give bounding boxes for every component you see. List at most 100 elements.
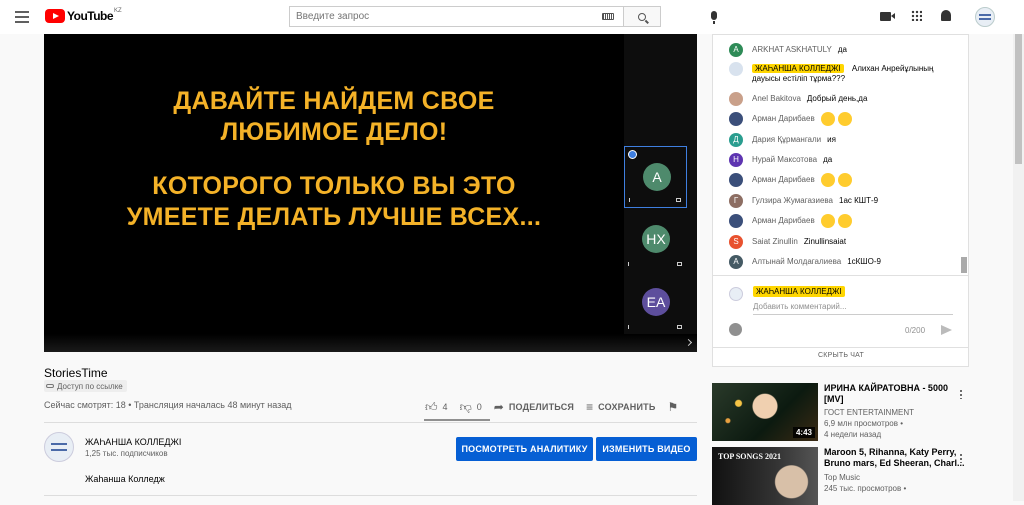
chat-author[interactable]: Арман Дарибаев xyxy=(752,216,815,226)
video-player[interactable]: ДАВАЙТЕ НАЙДЕМ СВОЕ ЛЮБИМОЕ ДЕЛО! КОТОРО… xyxy=(44,34,697,352)
college-logo-icon xyxy=(979,14,991,20)
chat-message: Д Дария Құрмангали ия xyxy=(729,133,961,147)
search-input[interactable] xyxy=(290,7,602,26)
participant-tile[interactable]: НХ xyxy=(624,209,687,271)
chat-message: Арман Дарибаев xyxy=(729,112,961,128)
rec-views: 245 тыс. просмотров • xyxy=(824,484,907,493)
recommended-video[interactable]: 4:43 ИРИНА КАЙРАТОВНА - 5000 [MV] ГОСТ E… xyxy=(712,383,968,441)
share-button[interactable]: ➦ ПОДЕЛИТЬСЯ xyxy=(494,401,574,413)
chat-author[interactable]: Saiat Zinullin xyxy=(752,237,798,247)
more-icon[interactable] xyxy=(960,389,962,399)
chat-message: ЖАҺАНША КОЛЛЕДЖІ Алихан Анрейұлының дауы… xyxy=(729,62,961,84)
rec-age: 4 недели назад xyxy=(824,430,882,439)
chat-author[interactable]: Дария Құрмангали xyxy=(752,135,821,145)
participant-tiles: A НХ EA xyxy=(624,34,697,352)
page-scrollbar[interactable] xyxy=(1013,34,1024,501)
chat-author[interactable]: Anel Bakitova xyxy=(752,94,801,104)
char-count: 0/200 xyxy=(905,326,926,335)
mic-status-icon xyxy=(628,325,629,329)
chat-message: S Saiat Zinullin Zinullinsaiat xyxy=(729,235,961,249)
chat-messages: A ARKHAT ASKHATULY да ЖАҺАНША КОЛЛЕДЖІ А… xyxy=(713,35,969,273)
participant-tile[interactable]: A xyxy=(624,146,687,208)
screen-icon xyxy=(677,325,682,329)
menu-icon[interactable] xyxy=(15,11,29,23)
emoji-icon xyxy=(837,173,852,187)
save-button[interactable]: ≡ СОХРАНИТЬ xyxy=(586,401,655,413)
chat-author[interactable]: Гулзира Жумагазиева xyxy=(752,196,833,206)
rec-channel[interactable]: ГОСТ ENTERTAINMENT xyxy=(824,407,914,418)
video-description: Жаһанша Колледж xyxy=(85,474,165,484)
video-actions: 👍︎ 4 👎︎ 0 ➦ ПОДЕЛИТЬСЯ ≡ СОХРАНИТЬ ⚑ xyxy=(425,399,695,415)
dislike-button[interactable]: 👎︎ 0 xyxy=(460,401,482,413)
chat-avatar: S xyxy=(729,235,743,249)
access-badge: Доступ по ссылке xyxy=(44,380,127,392)
participant-avatar: НХ xyxy=(642,225,670,253)
search-button[interactable] xyxy=(623,6,661,27)
rec-title[interactable]: Maroon 5, Rihanna, Katy Perry, Bruno mar… xyxy=(824,447,968,469)
rec-title[interactable]: ИРИНА КАЙРАТОВНА - 5000 [MV] xyxy=(824,383,968,405)
playlist-add-icon: ≡ xyxy=(586,400,594,414)
chat-scrollbar-thumb[interactable] xyxy=(961,257,967,273)
chat-author[interactable]: Алтынай Молдагалиева xyxy=(752,257,841,267)
chat-author[interactable]: ARKHAT ASKHATULY xyxy=(752,45,832,55)
video-thumbnail[interactable]: TOP SONGS 2021 xyxy=(712,447,818,505)
chat-message: Г Гулзира Жумагазиева 1ас КШТ-9 xyxy=(729,194,961,208)
view-analytics-button[interactable]: ПОСМОТРЕТЬ АНАЛИТИКУ xyxy=(456,437,593,461)
slide-line: ЛЮБИМОЕ ДЕЛО! xyxy=(220,118,448,146)
divider xyxy=(713,275,969,276)
chat-text: Алихан Анрейұлының xyxy=(851,64,934,73)
create-video-icon[interactable] xyxy=(880,12,895,21)
emoji-picker-icon[interactable] xyxy=(729,323,742,336)
chat-input[interactable]: Добавить комментарий... xyxy=(753,302,847,311)
save-label: СОХРАНИТЬ xyxy=(598,402,656,412)
rec-channel[interactable]: Top Music xyxy=(824,472,860,483)
screen-icon xyxy=(676,198,681,202)
dislike-count: 0 xyxy=(476,402,482,412)
youtube-logo[interactable]: YouTube KZ xyxy=(45,8,122,23)
mic-icon[interactable] xyxy=(711,11,717,24)
chat-author[interactable]: Арман Дарибаев xyxy=(752,114,815,124)
apps-icon[interactable] xyxy=(911,10,922,21)
chat-avatar: Д xyxy=(729,133,743,147)
thumbnail-text: TOP SONGS 2021 xyxy=(718,452,781,461)
report-button[interactable]: ⚑ xyxy=(668,401,684,413)
chat-avatar xyxy=(729,214,743,228)
more-icon[interactable] xyxy=(960,453,962,463)
input-avatar xyxy=(729,287,743,301)
slide-text-block-2: КОТОРОГО ТОЛЬКО ВЫ ЭТО УМЕЕТЕ ДЕЛАТЬ ЛУЧ… xyxy=(44,171,624,233)
keyboard-icon[interactable] xyxy=(602,13,614,20)
participant-tile[interactable]: EA xyxy=(624,272,687,334)
chat-text: 1сКШО-9 xyxy=(847,257,881,266)
chat-text: Добрый день,да xyxy=(806,94,868,103)
participant-avatar: EA xyxy=(642,288,670,316)
video-duration: 4:43 xyxy=(792,427,815,438)
emoji-icon xyxy=(820,173,835,187)
page-scrollbar-thumb[interactable] xyxy=(1015,34,1022,164)
send-icon[interactable] xyxy=(941,325,952,335)
chat-author[interactable]: Арман Дарибаев xyxy=(752,175,815,185)
participant-avatar: A xyxy=(643,163,671,191)
chat-message: Арман Дарибаев xyxy=(729,173,961,189)
account-avatar[interactable] xyxy=(975,7,995,27)
channel-avatar[interactable] xyxy=(44,432,74,462)
notifications-icon[interactable] xyxy=(941,10,951,21)
chat-text: Zinullinsaiat xyxy=(803,237,847,246)
emoji-icon xyxy=(837,214,852,228)
chat-text: да xyxy=(823,155,833,164)
chat-author[interactable]: Нурай Максотова xyxy=(752,155,817,165)
chat-text: ия xyxy=(827,135,836,144)
channel-name[interactable]: ЖАҺАНША КОЛЛЕДЖІ xyxy=(85,437,181,447)
chat-author-owner[interactable]: ЖАҺАНША КОЛЛЕДЖІ xyxy=(752,64,844,73)
recommended-video[interactable]: TOP SONGS 2021 Maroon 5, Rihanna, Katy P… xyxy=(712,447,968,505)
top-bar: YouTube KZ xyxy=(0,0,1024,34)
edit-video-button[interactable]: ИЗМЕНИТЬ ВИДЕО xyxy=(596,437,697,461)
chat-avatar: A xyxy=(729,43,743,57)
like-button[interactable]: 👍︎ 4 xyxy=(425,401,448,413)
hide-chat-button[interactable]: СКРЫТЬ ЧАТ xyxy=(713,352,969,359)
chat-scrollbar[interactable] xyxy=(959,35,969,273)
chat-text: да xyxy=(837,45,847,54)
chat-avatar xyxy=(729,92,743,106)
video-thumbnail[interactable]: 4:43 xyxy=(712,383,818,441)
thumbs-down-icon: 👎︎ xyxy=(459,400,472,414)
college-logo-icon xyxy=(51,443,67,451)
